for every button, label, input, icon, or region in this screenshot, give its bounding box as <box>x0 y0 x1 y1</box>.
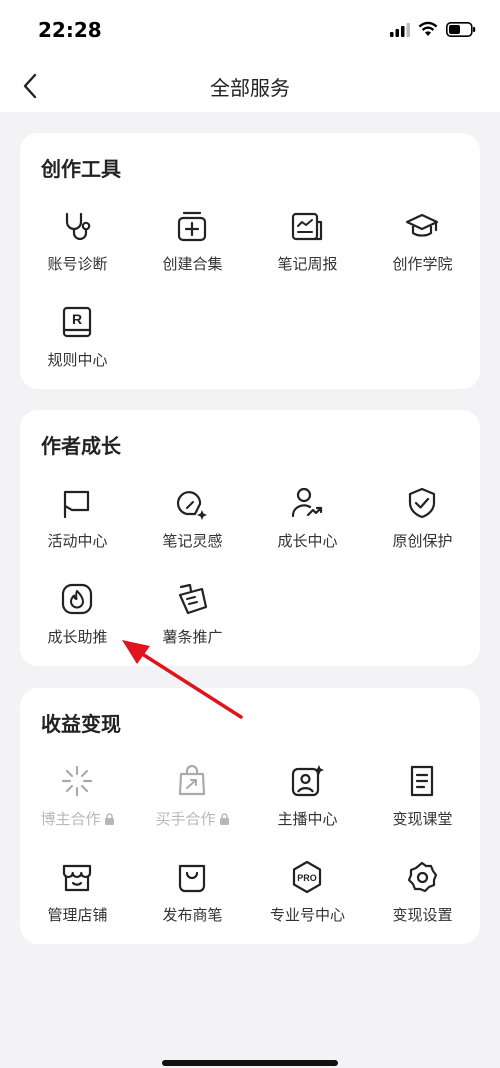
document-icon <box>410 765 434 797</box>
pro-badge-icon: PRO <box>292 860 322 894</box>
rules-icon: R <box>62 306 92 338</box>
service-label: 成长助推 <box>47 628 108 646</box>
service-label: 发布商笔 <box>162 906 223 924</box>
sparkle-icon <box>61 765 93 797</box>
status-bar: 22:28 <box>0 0 500 60</box>
service-label: 活动中心 <box>47 532 108 550</box>
service-label: 创作学院 <box>392 255 453 273</box>
lock-icon <box>104 813 114 825</box>
shopping-bag-arrow-icon <box>178 764 206 796</box>
battery-icon <box>446 22 476 37</box>
graduation-cap-icon <box>405 213 439 237</box>
shield-check-icon <box>408 487 436 519</box>
wifi-icon <box>418 21 438 36</box>
service-label: 笔记周报 <box>277 255 338 273</box>
section-title: 作者成长 <box>41 434 121 458</box>
lightbulb-icon <box>176 491 207 520</box>
nav-bar: 全部服务 <box>0 60 500 112</box>
page-title: 全部服务 <box>210 76 290 100</box>
service-label: 变现课堂 <box>392 810 453 828</box>
add-collection-icon <box>177 211 207 242</box>
service-label: 成长中心 <box>277 532 338 550</box>
service-item-create-collection[interactable]: 创建合集 <box>135 203 250 283</box>
weekly-report-icon <box>291 212 323 241</box>
service-label: 原创保护 <box>392 532 453 550</box>
settings-gear-icon <box>407 861 438 893</box>
section-card-monetization: 收益变现 博主合作 买手合作 主播中心 变现课堂 管理店铺 发布商笔 PRO 专… <box>20 688 480 944</box>
section-card-creation-tools: 创作工具 账号诊断 创建合集 笔记周报 创作学院 R 规则中心 <box>20 133 480 389</box>
stethoscope-icon <box>65 212 91 241</box>
service-item-rules-center[interactable]: R 规则中心 <box>20 299 135 379</box>
section-title: 收益变现 <box>41 712 121 736</box>
service-item-note-inspiration[interactable]: 笔记灵感 <box>135 480 250 560</box>
lock-icon <box>219 813 229 825</box>
service-item-buyer-cooperation[interactable]: 买手合作 <box>135 758 250 838</box>
bag-icon <box>178 864 206 893</box>
service-item-manage-store[interactable]: 管理店铺 <box>20 854 135 934</box>
live-host-icon <box>291 765 324 797</box>
service-item-host-center[interactable]: 主播中心 <box>250 758 365 838</box>
service-label: 笔记灵感 <box>162 532 223 550</box>
service-item-monetization-class[interactable]: 变现课堂 <box>365 758 480 838</box>
flame-icon <box>61 583 93 615</box>
service-label: 博主合作 <box>20 808 135 829</box>
service-label: 专业号中心 <box>269 906 345 924</box>
service-label: 管理店铺 <box>47 906 108 924</box>
service-item-blogger-cooperation[interactable]: 博主合作 <box>20 758 135 838</box>
store-icon <box>62 864 92 892</box>
status-time: 22:28 <box>38 18 102 42</box>
service-label: 薯条推广 <box>162 628 223 646</box>
user-growth-icon <box>291 487 323 518</box>
service-item-original-protection[interactable]: 原创保护 <box>365 480 480 560</box>
service-item-activity-center[interactable]: 活动中心 <box>20 480 135 560</box>
flag-icon <box>63 490 90 519</box>
service-label-text: 买手合作 <box>155 810 216 828</box>
section-card-author-growth: 作者成长 活动中心 笔记灵感 成长中心 原创保护 成长助推 薯条推广 <box>20 410 480 666</box>
service-item-monetization-settings[interactable]: 变现设置 <box>365 854 480 934</box>
fries-icon <box>178 583 208 615</box>
service-item-weekly-report[interactable]: 笔记周报 <box>250 203 365 283</box>
service-item-growth-boost[interactable]: 成长助推 <box>20 576 135 656</box>
signal-icon <box>390 22 410 37</box>
svg-text:R: R <box>72 311 82 327</box>
section-title: 创作工具 <box>41 157 121 181</box>
service-label: 账号诊断 <box>47 255 108 273</box>
service-item-creator-academy[interactable]: 创作学院 <box>365 203 480 283</box>
service-item-publish-product-note[interactable]: 发布商笔 <box>135 854 250 934</box>
svg-text:PRO: PRO <box>297 873 317 883</box>
status-icons <box>390 21 476 37</box>
service-label: 规则中心 <box>47 351 108 369</box>
service-label: 创建合集 <box>162 255 223 273</box>
home-indicator <box>162 1060 338 1066</box>
service-item-growth-center[interactable]: 成长中心 <box>250 480 365 560</box>
service-label: 主播中心 <box>277 810 338 828</box>
service-item-pro-account-center[interactable]: PRO 专业号中心 <box>250 854 365 934</box>
service-item-shutiao-promotion[interactable]: 薯条推广 <box>135 576 250 656</box>
service-label-text: 博主合作 <box>40 810 101 828</box>
service-item-account-diagnosis[interactable]: 账号诊断 <box>20 203 135 283</box>
service-label: 变现设置 <box>392 906 453 924</box>
service-label: 买手合作 <box>135 808 250 829</box>
